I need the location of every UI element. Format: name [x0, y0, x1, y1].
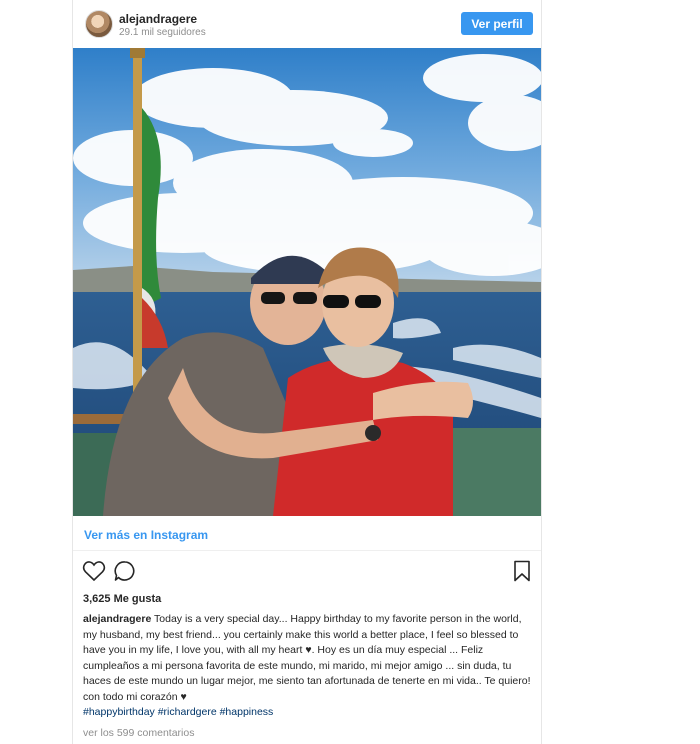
post-header: alejandragere 29.1 mil seguidores Ver pe…: [73, 0, 541, 47]
view-comments-link[interactable]: ver los 599 comentarios: [83, 727, 194, 739]
post-photo-image: [73, 48, 541, 516]
comment-bubble-icon[interactable]: [113, 560, 137, 582]
avatar[interactable]: [85, 10, 113, 38]
username[interactable]: alejandragere: [119, 12, 197, 26]
post-caption: alejandragere Today is a very special da…: [83, 612, 531, 721]
follower-count: 29.1 mil seguidores: [119, 27, 206, 38]
caption-text: Today is a very special day... Happy bir…: [83, 613, 531, 703]
instagram-embed-card: alejandragere 29.1 mil seguidores Ver pe…: [72, 0, 542, 744]
view-more-link[interactable]: Ver más en Instagram: [84, 528, 208, 542]
post-photo[interactable]: [73, 48, 541, 516]
caption-username[interactable]: alejandragere: [83, 613, 151, 625]
caption-hashtags[interactable]: #happybirthday #richardgere #happiness: [83, 706, 273, 718]
bookmark-icon[interactable]: [513, 560, 531, 582]
heart-icon[interactable]: [82, 560, 106, 582]
like-count[interactable]: 3,625 Me gusta: [83, 593, 161, 605]
divider: [73, 550, 541, 551]
view-profile-button[interactable]: Ver perfil: [461, 12, 533, 35]
post-actions: [73, 558, 541, 586]
